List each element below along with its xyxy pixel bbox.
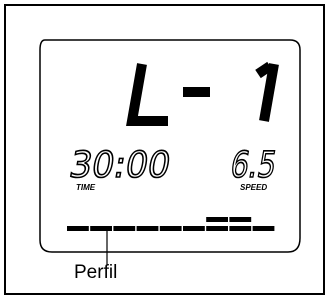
time-value: 30:00 bbox=[66, 143, 174, 186]
profile-segment bbox=[183, 226, 205, 231]
profile-segment bbox=[113, 226, 136, 231]
profile-caption: Perfil bbox=[74, 262, 117, 283]
speed-label: SPEED bbox=[240, 183, 267, 192]
profile-segment bbox=[206, 217, 228, 222]
digit-one-flag bbox=[255, 61, 273, 79]
profile-segment bbox=[206, 226, 228, 231]
display-diagram: 30:00 TIME 6.5 SPEED Perfil bbox=[4, 4, 325, 295]
profile-segment bbox=[67, 226, 89, 231]
profile-segment bbox=[136, 226, 159, 231]
time-readout: 30:00 bbox=[66, 142, 175, 186]
time-label: TIME bbox=[76, 183, 96, 192]
profile-segment bbox=[159, 226, 182, 231]
profile-segment bbox=[90, 226, 112, 231]
profile-segment bbox=[229, 226, 252, 231]
speed-readout: 6.5 bbox=[227, 142, 281, 186]
profile-segment bbox=[229, 217, 252, 222]
profile-segment bbox=[252, 226, 275, 231]
speed-value: 6.5 bbox=[227, 143, 280, 186]
